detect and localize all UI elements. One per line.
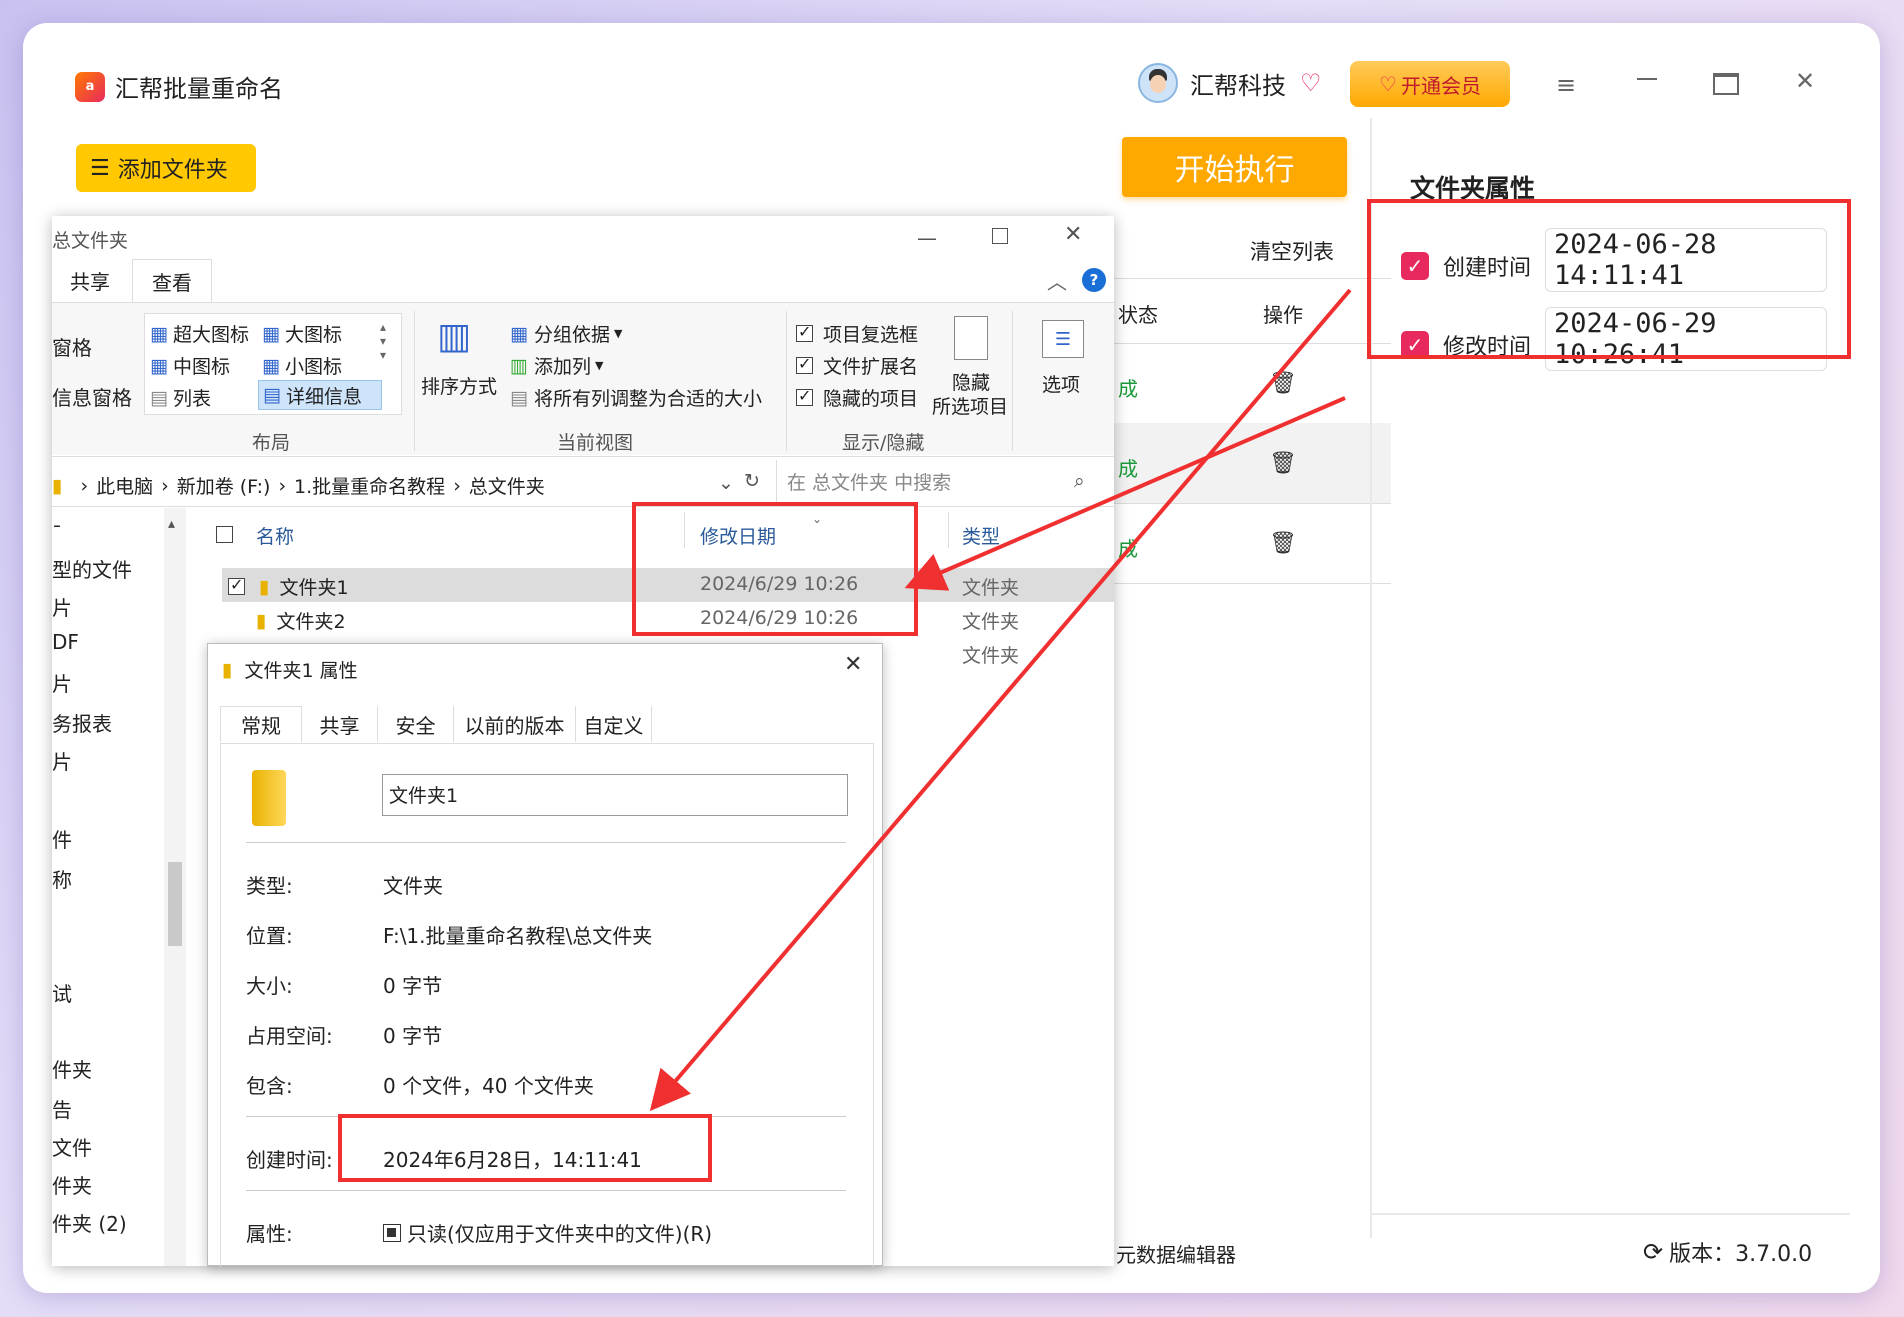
arrow-modified (904, 396, 1346, 591)
annotation-arrows (649, 288, 1352, 1112)
arrow-created (649, 288, 1352, 1112)
